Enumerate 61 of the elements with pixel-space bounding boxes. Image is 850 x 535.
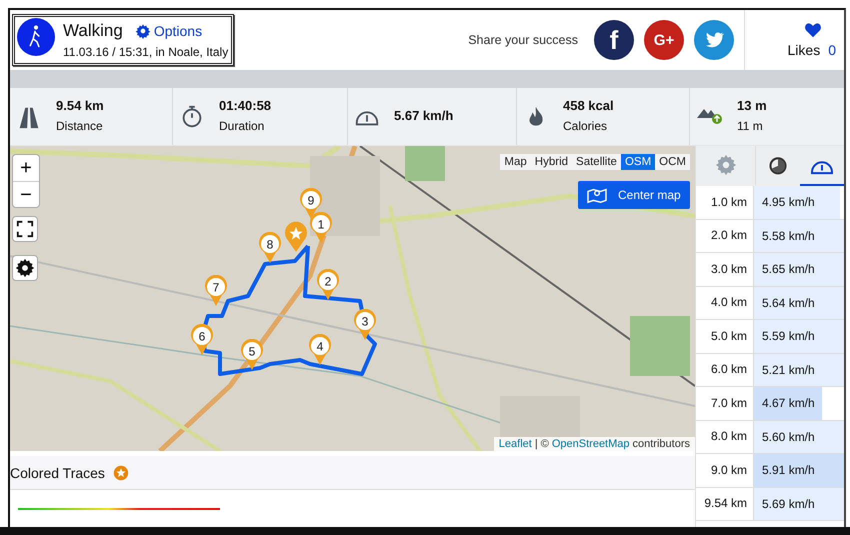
stat-label: Distance	[56, 119, 104, 133]
split-speed: 4.95 km/h	[761, 195, 815, 210]
stat-label: Calories	[563, 119, 608, 133]
mountain-icon	[696, 108, 723, 125]
split-speed: 5.69 km/h	[761, 496, 815, 511]
stat-value: 458 kcal	[563, 98, 614, 113]
stat-value: 13 m	[737, 98, 767, 113]
gear-icon	[714, 154, 736, 176]
split-speed: 5.58 km/h	[761, 228, 815, 243]
stat-value: 5.67 km/h	[394, 108, 454, 123]
share-button[interactable]: G+	[644, 20, 684, 60]
expand-icon	[16, 220, 34, 238]
likes-label: Likes	[788, 42, 820, 58]
stat-label: 11 m	[737, 119, 764, 133]
map-layer-tab[interactable]: OSM	[620, 154, 656, 170]
share-button[interactable]	[694, 20, 734, 60]
likes-count: 0	[828, 42, 836, 58]
split-speed: 4.67 km/h	[761, 396, 815, 410]
split-speed: 5.65 km/h	[761, 262, 815, 276]
leaflet-link[interactable]: Leaflet	[498, 438, 532, 450]
map-marker[interactable]: 1	[309, 212, 333, 244]
stat-label: Duration	[219, 119, 266, 133]
split-speed: 5.64 km/h	[761, 296, 815, 310]
activity-date: 11.03.16 / 15:31, in Noale, Italy	[63, 45, 228, 59]
map-layer-tab[interactable]: OCM	[655, 154, 690, 170]
map-marker[interactable]: 2	[316, 269, 340, 301]
map-marker[interactable]: 8	[258, 232, 282, 264]
heart-icon[interactable]	[804, 22, 822, 38]
map-marker[interactable]: 7	[204, 275, 228, 307]
map-pin-icon	[586, 186, 608, 204]
stopwatch-icon	[768, 155, 788, 175]
star-badge-icon	[112, 464, 129, 480]
center-map-button[interactable]: Center map	[578, 181, 690, 209]
map-layer-tab[interactable]: Satellite	[572, 154, 621, 170]
zoom-out-button[interactable]: −	[13, 181, 39, 207]
split-speed: 5.60 km/h	[761, 430, 815, 444]
map-marker[interactable]: 6	[190, 324, 214, 356]
activity-title: Walking	[63, 21, 123, 41]
gear-icon	[15, 258, 35, 278]
map-layer-tab[interactable]: Hybrid	[530, 154, 572, 170]
split-speed: 5.21 km/h	[761, 362, 815, 377]
fullscreen-button[interactable]	[12, 216, 38, 242]
gear-icon	[134, 23, 151, 39]
attribution-text: contributors	[632, 438, 690, 450]
attribution-separator: | ©	[534, 438, 549, 450]
start-marker-icon[interactable]	[284, 221, 308, 253]
map-layer-tab[interactable]: Map	[500, 154, 531, 170]
split-speed: 5.91 km/h	[761, 463, 815, 478]
share-button[interactable]: f	[594, 20, 634, 60]
openstreetmap-link[interactable]: OpenStreetMap	[552, 438, 630, 450]
map-marker[interactable]: 3	[353, 309, 377, 341]
split-speed: 5.59 km/h	[761, 329, 815, 344]
share-text: Share your success	[468, 33, 578, 47]
stat-value: 9.54 km	[56, 98, 104, 113]
settings-button[interactable]	[12, 255, 38, 281]
colored-traces-title: Colored Traces	[10, 464, 105, 480]
walking-person-icon	[17, 18, 55, 56]
map-marker[interactable]: 5	[240, 339, 264, 371]
map-marker[interactable]: 4	[308, 334, 332, 366]
stat-value: 01:40:58	[219, 98, 272, 113]
options-link[interactable]: Options	[134, 23, 202, 39]
